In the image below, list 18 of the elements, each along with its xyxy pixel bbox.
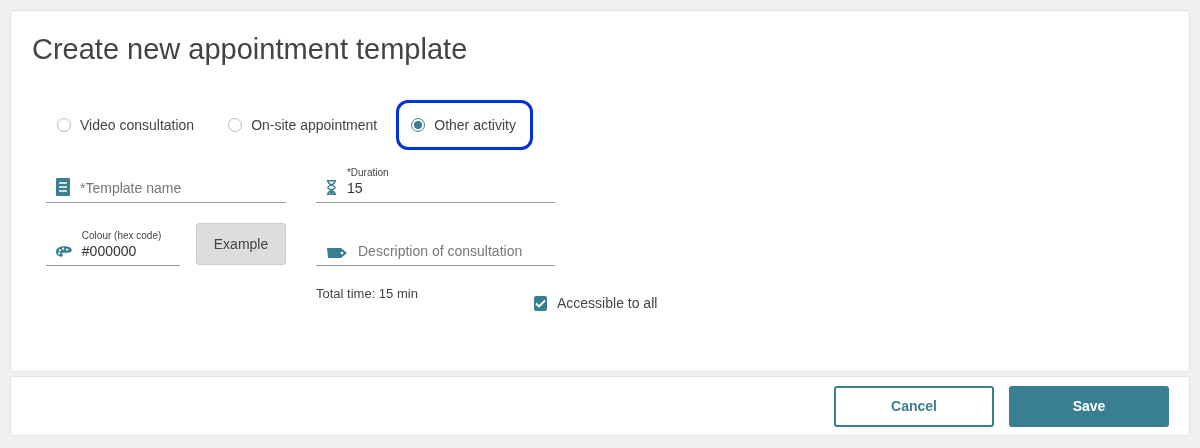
save-button[interactable]: Save [1009, 385, 1169, 427]
hourglass-icon [326, 179, 337, 196]
cancel-button[interactable]: Cancel [834, 385, 994, 427]
radio-option[interactable]: Other activity [396, 100, 533, 150]
document-icon [56, 178, 70, 196]
tag-icon [326, 247, 348, 259]
page-title: Create new appointment template [32, 33, 469, 66]
total-time-text: Total time: 15 min [316, 286, 419, 301]
checkbox-label: Accessible to all [557, 295, 658, 311]
palette-icon [56, 244, 72, 259]
example-button[interactable]: Example [196, 223, 286, 265]
radio-option[interactable]: Video consultation [42, 100, 212, 150]
radio-option[interactable]: On-site appointment [213, 100, 395, 150]
description-field[interactable]: Description of consultation [316, 223, 555, 266]
accessible-checkbox[interactable] [534, 295, 547, 311]
duration-field[interactable]: *Duration 15 [316, 160, 555, 203]
template-name-field[interactable]: *Template name [46, 160, 286, 203]
colour-field[interactable]: Colour (hex code) #000000 [46, 223, 180, 266]
